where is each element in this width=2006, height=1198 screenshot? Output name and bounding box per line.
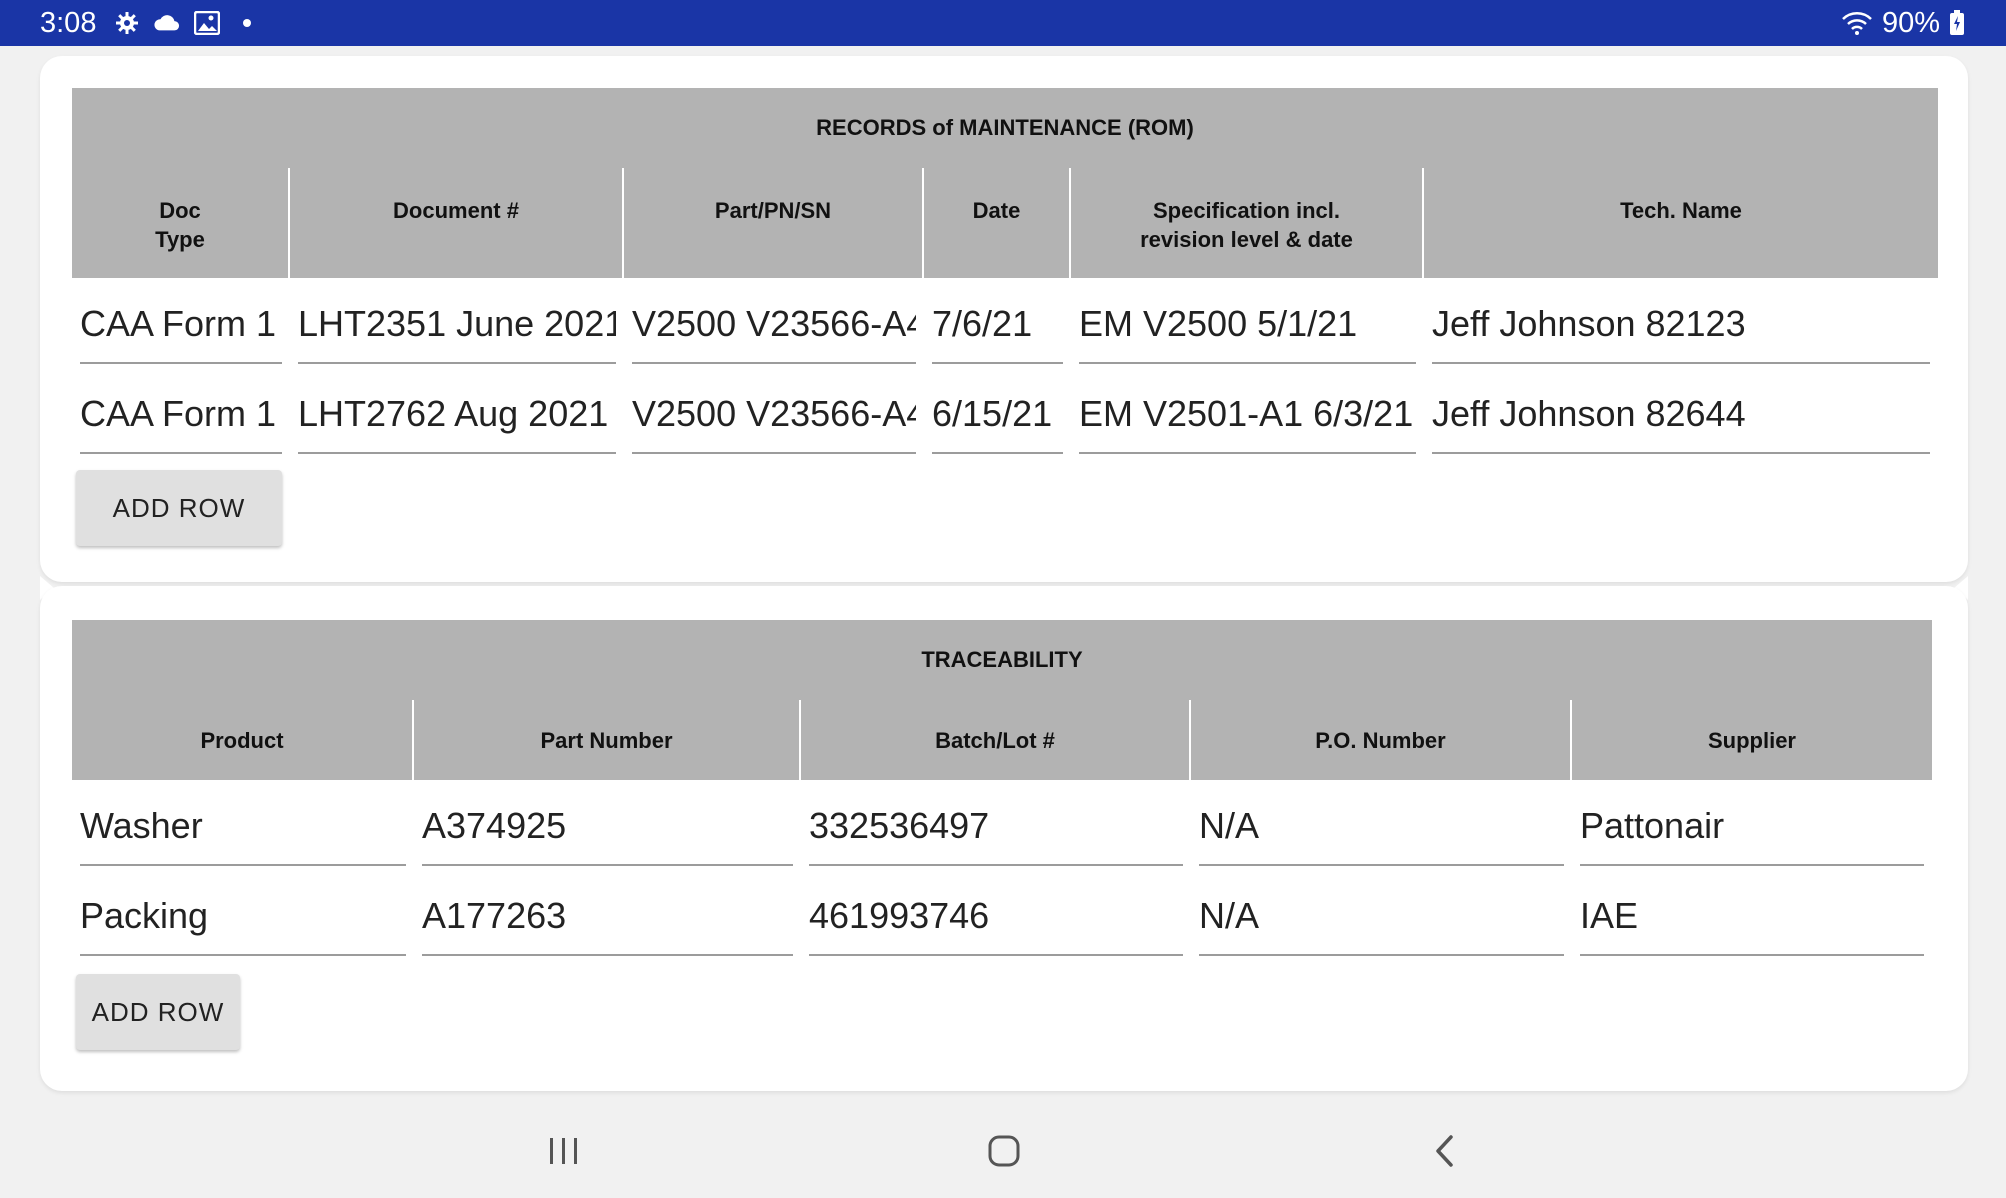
rom-header-doc-type: Doc Type xyxy=(72,168,290,278)
notification-dot-icon xyxy=(234,10,260,36)
trace-header-batch-lot: Batch/Lot # xyxy=(801,700,1191,780)
navigation-bar xyxy=(0,1104,2006,1198)
trace-header-supplier: Supplier xyxy=(1572,700,1932,780)
doc-type-field[interactable]: CAA Form 1 xyxy=(80,286,282,364)
rom-title: RECORDS of MAINTENANCE (ROM) xyxy=(72,88,1938,168)
document-number-field[interactable]: LHT2351 June 2021 xyxy=(298,286,616,364)
batch-lot-field[interactable]: 461993746 xyxy=(809,878,1183,956)
tech-name-field[interactable]: Jeff Johnson 82123 xyxy=(1432,286,1930,364)
rom-card: RECORDS of MAINTENANCE (ROM) Doc Type Do… xyxy=(40,56,1968,582)
supplier-field[interactable]: Pattonair xyxy=(1580,788,1924,866)
po-number-field[interactable]: N/A xyxy=(1199,878,1564,956)
trace-header-po-number: P.O. Number xyxy=(1191,700,1572,780)
rom-header-tech-name: Tech. Name xyxy=(1424,168,1938,278)
image-icon xyxy=(194,10,221,36)
doc-type-field[interactable]: CAA Form 1 xyxy=(80,376,282,454)
status-bar: 3:08 90% xyxy=(0,0,2006,46)
traceability-header-row: Product Part Number Batch/Lot # P.O. Num… xyxy=(72,700,1932,780)
specification-field[interactable]: EM V2501-A1 6/3/21 xyxy=(1079,376,1416,454)
date-field[interactable]: 6/15/21 xyxy=(932,376,1063,454)
rom-row: CAA Form 1 LHT2351 June 2021 V2500 V2356… xyxy=(72,288,1938,364)
rom-header-date: Date xyxy=(924,168,1071,278)
traceability-row: Washer A374925 332536497 N/A Pattonair xyxy=(72,790,1932,866)
trace-header-product: Product xyxy=(72,700,414,780)
battery-percentage: 90% xyxy=(1881,6,1940,39)
document-number-field[interactable]: LHT2762 Aug 2021 xyxy=(298,376,616,454)
wifi-icon xyxy=(1840,10,1874,36)
part-pn-sn-field[interactable]: V2500 V23566-A4 xyxy=(632,376,916,454)
trace-header-part-number: Part Number xyxy=(414,700,801,780)
home-icon[interactable] xyxy=(974,1126,1034,1176)
rom-row: CAA Form 1 LHT2762 Aug 2021 V2500 V23566… xyxy=(72,378,1938,454)
traceability-title: TRACEABILITY xyxy=(72,620,1932,700)
traceability-card: TRACEABILITY Product Part Number Batch/L… xyxy=(40,586,1968,1091)
recent-apps-icon[interactable] xyxy=(534,1126,594,1176)
batch-lot-field[interactable]: 332536497 xyxy=(809,788,1183,866)
product-field[interactable]: Washer xyxy=(80,788,406,866)
part-number-field[interactable]: A177263 xyxy=(422,878,793,956)
rom-header-document-number: Document # xyxy=(290,168,624,278)
settings-icon xyxy=(114,10,140,36)
traceability-row: Packing A177263 461993746 N/A IAE xyxy=(72,880,1932,956)
part-pn-sn-field[interactable]: V2500 V23566-A4 xyxy=(632,286,916,364)
rom-header-row: Doc Type Document # Part/PN/SN Date Spec… xyxy=(72,168,1938,278)
battery-icon xyxy=(1948,10,1966,36)
rom-add-row-button[interactable]: ADD ROW xyxy=(76,470,282,546)
tech-name-field[interactable]: Jeff Johnson 82644 xyxy=(1432,376,1930,454)
po-number-field[interactable]: N/A xyxy=(1199,788,1564,866)
rom-header-specification: Specification incl. revision level & dat… xyxy=(1071,168,1424,278)
product-field[interactable]: Packing xyxy=(80,878,406,956)
clock: 3:08 xyxy=(40,6,97,39)
part-number-field[interactable]: A374925 xyxy=(422,788,793,866)
cloud-icon xyxy=(154,10,180,36)
rom-header-part-pn-sn: Part/PN/SN xyxy=(624,168,924,278)
specification-field[interactable]: EM V2500 5/1/21 xyxy=(1079,286,1416,364)
traceability-add-row-button[interactable]: ADD ROW xyxy=(76,974,240,1050)
supplier-field[interactable]: IAE xyxy=(1580,878,1924,956)
back-icon[interactable] xyxy=(1414,1126,1474,1176)
date-field[interactable]: 7/6/21 xyxy=(932,286,1063,364)
